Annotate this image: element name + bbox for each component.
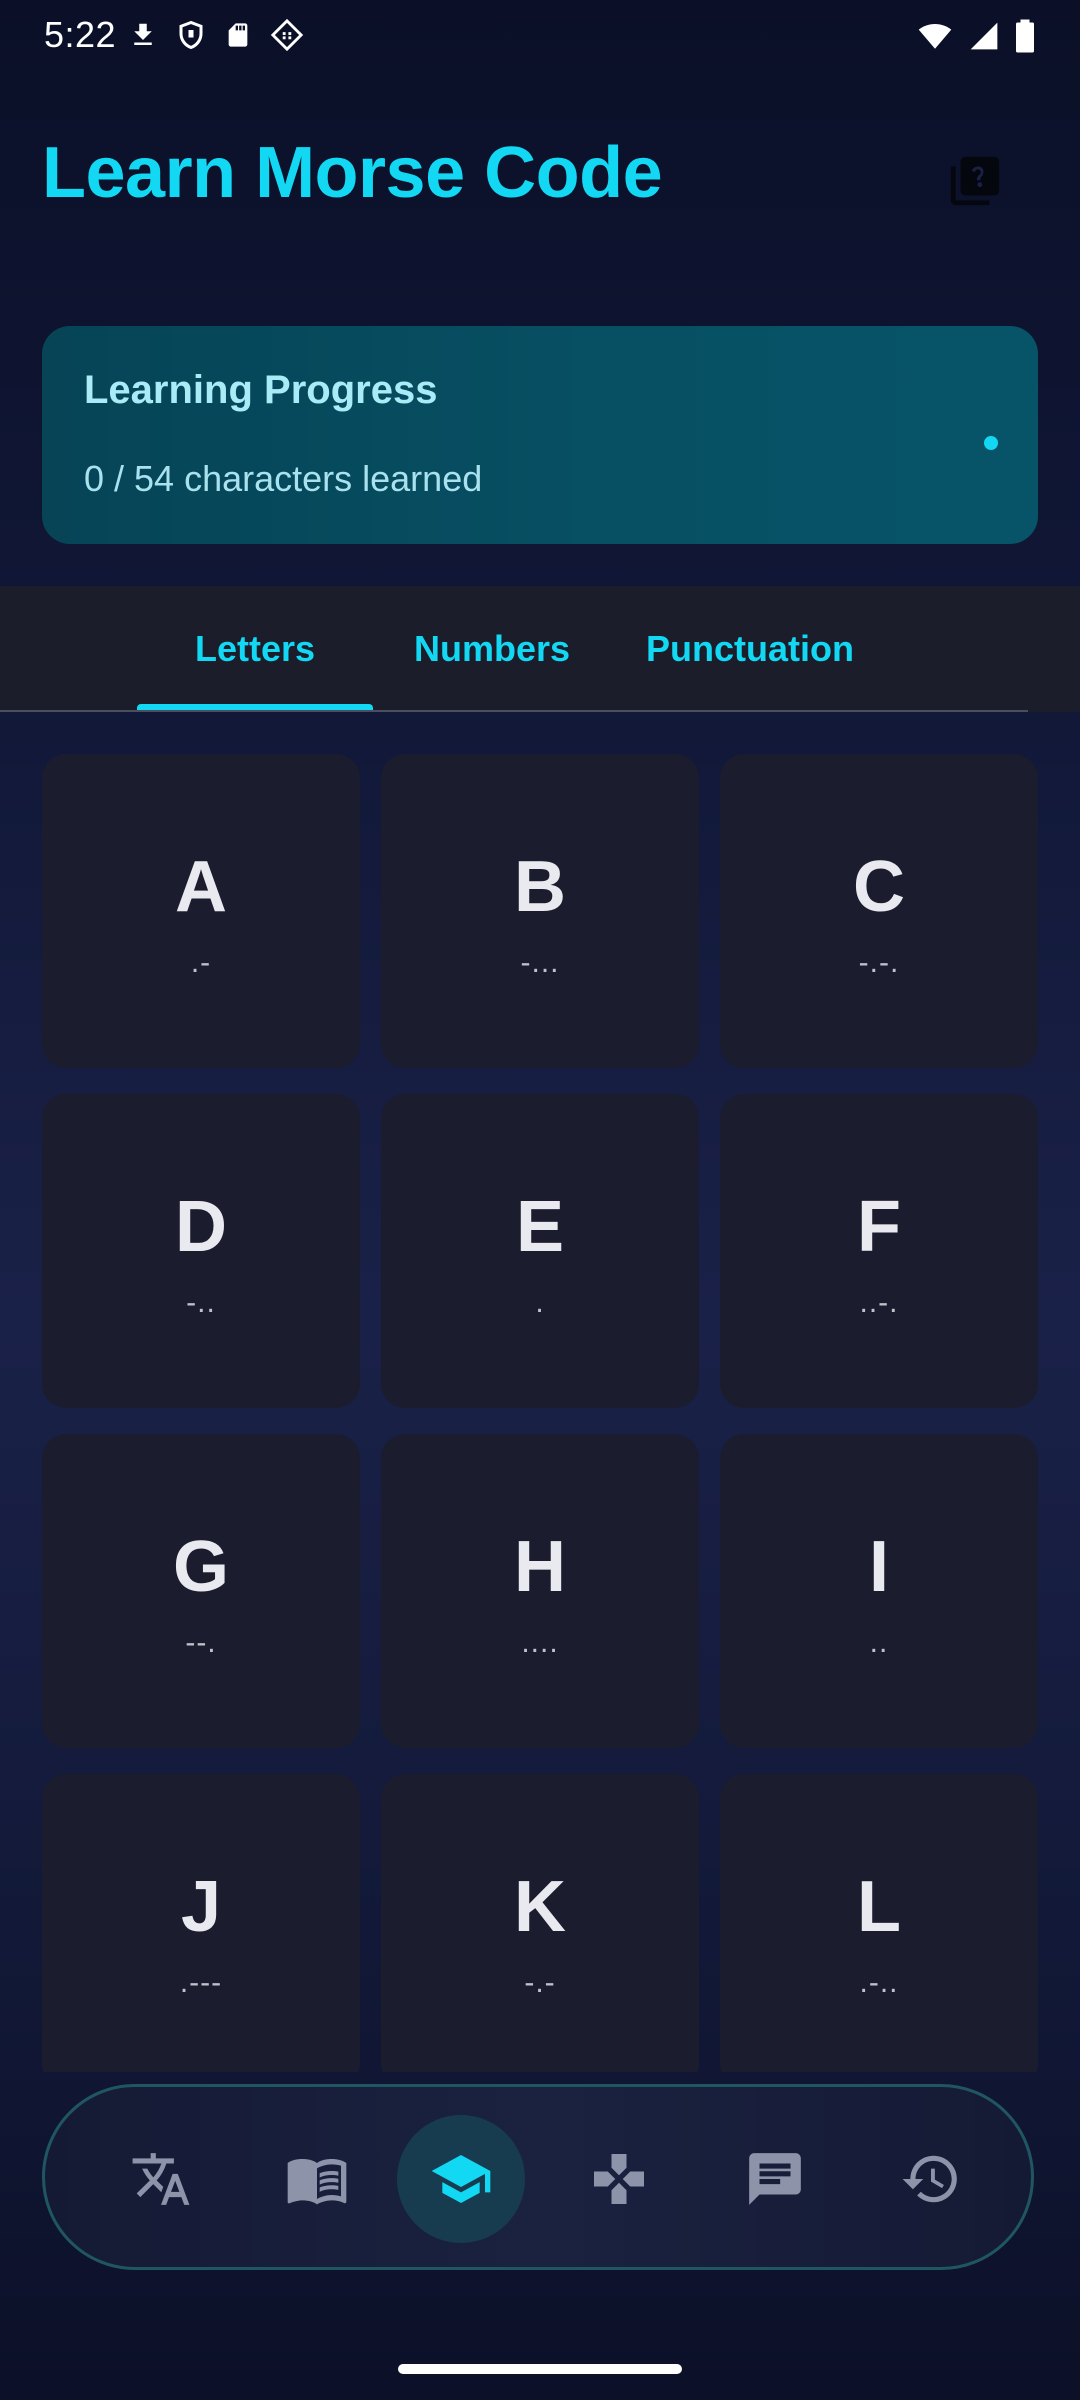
letter-char: B	[514, 847, 566, 927]
download-icon	[134, 23, 152, 45]
morse-code: ....	[521, 1626, 559, 1659]
tab-letters[interactable]: Letters	[137, 586, 373, 712]
letter-char: G	[172, 1527, 229, 1607]
battery-icon	[1016, 19, 1034, 53]
status-right-icons	[916, 18, 1036, 54]
nav-translate[interactable]	[97, 2115, 225, 2243]
nav-reference[interactable]	[253, 2115, 381, 2243]
bottom-nav	[42, 2084, 1034, 2270]
tab-divider	[0, 710, 1028, 712]
morse-code: .-	[190, 946, 212, 979]
morse-code: .	[535, 1286, 545, 1319]
letters-grid: A .- B -... C -.-. D -.. E . F ..-. G --…	[42, 754, 1038, 2072]
morse-code: .-..	[859, 1966, 899, 1999]
tab-punctuation[interactable]: Punctuation	[630, 586, 870, 712]
signal-icon	[970, 22, 998, 50]
tab-numbers[interactable]: Numbers	[400, 586, 584, 712]
home-indicator[interactable]	[398, 2364, 682, 2374]
nav-history[interactable]	[867, 2115, 995, 2243]
status-bar: 5:22	[0, 0, 1080, 72]
shield-icon	[179, 20, 203, 50]
morse-code: -...	[520, 946, 560, 979]
letter-char: C	[853, 847, 905, 927]
translate-icon	[132, 2153, 190, 2205]
nav-games[interactable]	[555, 2115, 683, 2243]
wifi-icon	[918, 23, 952, 49]
status-time: 5:22	[44, 14, 117, 55]
book-icon	[287, 2159, 347, 2205]
morse-code: --.	[185, 1626, 217, 1659]
history-icon	[902, 2155, 957, 2203]
letter-card-k[interactable]: K -.-	[381, 1774, 699, 2072]
school-icon	[431, 2155, 491, 2203]
letter-char: D	[175, 1187, 227, 1267]
nav-chat[interactable]	[711, 2115, 839, 2243]
chat-icon	[749, 2153, 801, 2205]
letter-card-a[interactable]: A .-	[42, 754, 360, 1068]
morse-code: -.-	[524, 1966, 556, 1999]
morse-code: .---	[179, 1966, 223, 1999]
letter-card-d[interactable]: D -..	[42, 1094, 360, 1408]
gamepad-icon	[594, 2154, 644, 2204]
letter-char: L	[857, 1867, 901, 1947]
progress-subtitle: 0 / 54 characters learned	[84, 458, 483, 499]
letter-char: K	[514, 1867, 566, 1947]
progress-title: Learning Progress	[84, 368, 438, 412]
morse-code: ..-.	[859, 1286, 899, 1319]
cast-icon	[270, 18, 304, 52]
status-left-icons	[128, 18, 304, 52]
letter-card-h[interactable]: H ....	[381, 1434, 699, 1748]
letter-card-l[interactable]: L .-..	[720, 1774, 1038, 2072]
letter-card-c[interactable]: C -.-.	[720, 754, 1038, 1068]
help-button[interactable]	[940, 146, 1010, 216]
letter-card-j[interactable]: J .---	[42, 1774, 360, 2072]
category-tabs: Letters Numbers Punctuation	[0, 586, 1080, 712]
learning-progress-card: Learning Progress 0 / 54 characters lear…	[42, 326, 1038, 544]
letter-card-e[interactable]: E .	[381, 1094, 699, 1408]
page-title: Learn Morse Code	[42, 133, 663, 213]
letter-char: F	[857, 1187, 901, 1267]
morse-code: -..	[186, 1286, 216, 1319]
sd-card-icon	[228, 23, 248, 47]
morse-code: -.-.	[858, 946, 900, 979]
letter-card-f[interactable]: F ..-.	[720, 1094, 1038, 1408]
morse-code: ..	[869, 1626, 889, 1659]
quiz-help-icon	[950, 156, 1000, 206]
letter-card-g[interactable]: G --.	[42, 1434, 360, 1748]
letter-char: E	[515, 1187, 565, 1267]
letter-char: I	[868, 1527, 889, 1607]
letter-card-i[interactable]: I ..	[720, 1434, 1038, 1748]
letter-card-b[interactable]: B -...	[381, 754, 699, 1068]
progress-indicator	[984, 436, 998, 450]
nav-learn[interactable]	[397, 2115, 525, 2243]
letter-char: J	[180, 1867, 222, 1947]
letter-char: H	[514, 1527, 566, 1607]
letter-char: A	[175, 847, 227, 927]
